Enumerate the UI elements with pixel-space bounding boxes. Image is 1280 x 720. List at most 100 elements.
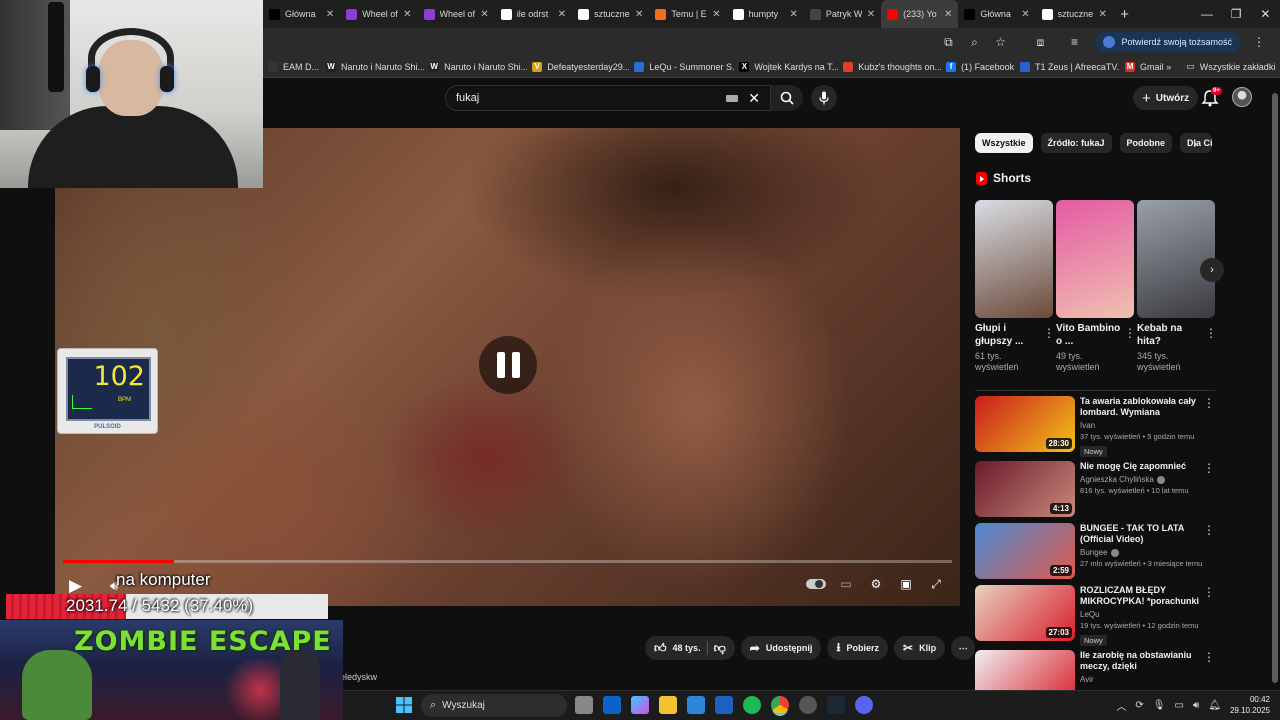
store-icon[interactable]: [687, 696, 705, 714]
star-icon[interactable]: ☆: [989, 31, 1011, 53]
browser-tab[interactable]: Główna ✕: [958, 0, 1035, 28]
close-tab-icon[interactable]: ✕: [944, 9, 952, 20]
chevron-up-icon[interactable]: ︿: [1116, 698, 1126, 713]
close-tab-icon[interactable]: ✕: [326, 9, 334, 20]
close-tab-icon[interactable]: ✕: [1021, 9, 1029, 20]
close-window-icon[interactable]: ✕: [1251, 7, 1280, 21]
bookmark-item[interactable]: V Defeatyesterday29...: [527, 61, 629, 72]
discord-icon[interactable]: [855, 696, 873, 714]
all-bookmarks-button[interactable]: ▭ Wszystkie zakładki: [1181, 61, 1280, 72]
maximize-icon[interactable]: ❐: [1222, 7, 1251, 21]
more-vertical-icon[interactable]: ⋮: [1203, 461, 1215, 475]
close-tab-icon[interactable]: ✕: [712, 9, 720, 20]
more-vertical-icon[interactable]: ⋮: [1205, 326, 1217, 340]
search-button[interactable]: [771, 85, 803, 111]
voice-search-button[interactable]: [811, 85, 837, 111]
extensions-icon[interactable]: ⧈: [1029, 31, 1051, 53]
more-actions-button[interactable]: ⋯: [951, 636, 976, 660]
short-thumbnail[interactable]: [1056, 200, 1134, 318]
cast-icon[interactable]: ⧉: [937, 31, 959, 53]
bell-icon[interactable]: 🔔︎: [1208, 700, 1221, 711]
task-view-icon[interactable]: [575, 696, 593, 714]
outlook-icon[interactable]: [603, 696, 621, 714]
short-title[interactable]: Głupi i głupszy ...: [975, 322, 1041, 348]
windows-start-icon[interactable]: [395, 696, 413, 714]
close-tab-icon[interactable]: ✕: [867, 9, 875, 20]
video-card[interactable]: 27:03 ROZLICZAM BŁĘDY MIKROCYPKA! *porach…: [975, 585, 1215, 646]
browser-tab[interactable]: ile odrst ✕: [495, 0, 572, 28]
video-progress-bar[interactable]: [63, 560, 952, 563]
like-button[interactable]: 👍︎ 48 tys.: [654, 641, 701, 656]
video-title[interactable]: ROZLICZAM BŁĘDY MIKROCYPKA! *porachunki …: [1080, 585, 1202, 607]
close-tab-icon[interactable]: ✕: [558, 9, 566, 20]
clip-button[interactable]: ✂ Klip: [894, 636, 946, 660]
search-input[interactable]: fukaj ✕: [445, 85, 771, 111]
file-explorer-icon[interactable]: [659, 696, 677, 714]
close-tab-icon[interactable]: ✕: [635, 9, 643, 20]
page-scrollbar[interactable]: [1270, 78, 1280, 690]
video-thumbnail[interactable]: 27:03: [975, 585, 1075, 641]
short-card[interactable]: Kebab na hita? 345 tys. wyświetleń ⋮: [1137, 200, 1217, 373]
short-title[interactable]: Kebab na hita?: [1137, 322, 1203, 348]
spotify-icon[interactable]: [743, 696, 761, 714]
bookmark-item[interactable]: f (1) Facebook: [941, 61, 1015, 72]
miniplayer-icon[interactable]: ▣: [896, 574, 916, 594]
verify-identity-button[interactable]: Potwierdź swoją tożsamość: [1095, 32, 1240, 52]
sync-icon[interactable]: ⟳: [1135, 700, 1143, 711]
browser-tab[interactable]: sztuczne ✕: [572, 0, 649, 28]
zoom-icon[interactable]: ⌕: [963, 31, 985, 53]
video-thumbnail[interactable]: 4:13: [975, 461, 1075, 517]
browser-tab[interactable]: Główna ✕: [263, 0, 340, 28]
bookmark-item[interactable]: LeQu - Summoner S...: [629, 61, 734, 72]
clear-search-icon[interactable]: ✕: [748, 90, 760, 107]
browser-tab[interactable]: Patryk W ✕: [804, 0, 881, 28]
display-icon[interactable]: ▭: [1174, 700, 1183, 711]
app-icon-2[interactable]: [799, 696, 817, 714]
bookmark-item[interactable]: W Naruto i Naruto Shi...: [424, 61, 527, 72]
chrome-icon[interactable]: [771, 696, 789, 714]
short-card[interactable]: Vito Bambino o ... 49 tys. wyświetleń ⋮: [1056, 200, 1136, 373]
bookmark-item[interactable]: X Wojtek Kardys na T...: [734, 61, 838, 72]
volume-icon[interactable]: 🔊︎: [1193, 700, 1199, 711]
create-button[interactable]: + Utwórz: [1133, 86, 1199, 110]
dislike-button[interactable]: 👎︎: [714, 641, 726, 656]
video-title[interactable]: Nie mogę Cię zapomnieć: [1080, 461, 1202, 472]
video-card[interactable]: 4:13 Nie mogę Cię zapomnieć Agnieszka Chyl…: [975, 461, 1215, 519]
settings-gear-icon[interactable]: ⚙: [866, 574, 886, 594]
close-tab-icon[interactable]: ✕: [1099, 9, 1107, 20]
account-avatar[interactable]: [1232, 87, 1252, 107]
new-tab-button[interactable]: +: [1113, 6, 1136, 23]
browser-tab[interactable]: Wheel of ✕: [340, 0, 417, 28]
filter-chip[interactable]: Źródło: fukaJ: [1040, 133, 1112, 153]
steam-icon[interactable]: [827, 696, 845, 714]
minimize-icon[interactable]: —: [1192, 7, 1221, 21]
media-controls-icon[interactable]: ≡: [1063, 31, 1085, 53]
browser-tab[interactable]: (233) Yo ✕: [881, 0, 959, 28]
clock[interactable]: 00:42 29.10.2025: [1230, 694, 1270, 716]
filter-chip[interactable]: Wszystkie: [975, 133, 1033, 153]
menu-kebab-icon[interactable]: ⋮: [1248, 31, 1270, 53]
more-vertical-icon[interactable]: ⋮: [1124, 326, 1136, 340]
bookmark-item[interactable]: Kubz's thoughts on...: [838, 61, 941, 72]
video-card[interactable]: 2:59 BUNGEE - TAK TO LATA (Official Video…: [975, 523, 1215, 581]
shorts-next-button[interactable]: ›: [1200, 258, 1224, 282]
short-thumbnail[interactable]: [1137, 200, 1215, 318]
download-button[interactable]: ⭳ Pobierz: [827, 636, 889, 660]
channel-name[interactable]: Avir: [1080, 675, 1094, 684]
filter-chip[interactable]: Podobne: [1119, 133, 1173, 153]
browser-tab[interactable]: Wheel of ✕: [418, 0, 495, 28]
video-player[interactable]: ▭ ⚙ ▣ ⤢: [55, 128, 960, 606]
channel-name[interactable]: Bungee: [1080, 548, 1108, 557]
bookmark-item[interactable]: W Naruto i Naruto Shi...: [321, 61, 424, 72]
browser-tab[interactable]: humpty ✕: [727, 0, 804, 28]
app-icon[interactable]: [715, 696, 733, 714]
microphone-icon[interactable]: 🎙︎: [1153, 700, 1166, 711]
more-vertical-icon[interactable]: ⋮: [1203, 396, 1215, 410]
play-icon[interactable]: ▶: [69, 576, 82, 596]
close-tab-icon[interactable]: ✕: [403, 9, 411, 20]
bookmarks-overflow-icon[interactable]: »: [1166, 62, 1171, 72]
video-title[interactable]: Ile zarobię na obstawianiu meczy, dzięki…: [1080, 650, 1202, 672]
channel-name[interactable]: LeQu: [1080, 610, 1100, 619]
chevron-right-icon[interactable]: ›: [1193, 136, 1197, 151]
close-tab-icon[interactable]: ✕: [480, 9, 488, 20]
